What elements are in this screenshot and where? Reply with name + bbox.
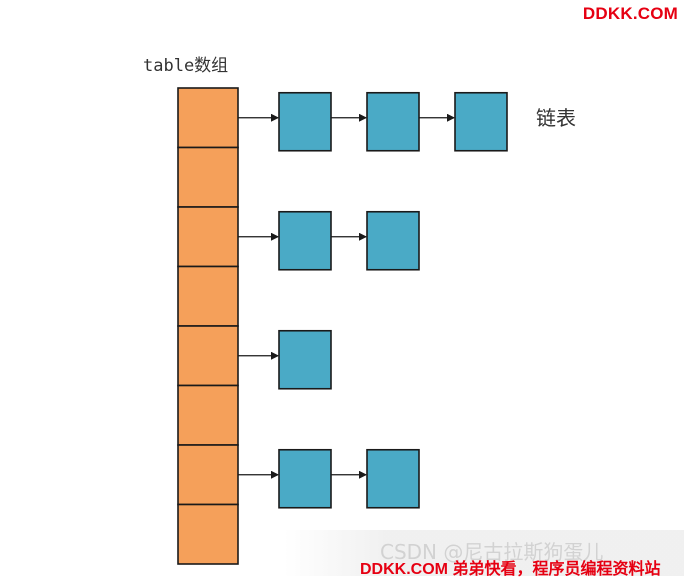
watermark-ddkk-bottom: DDKK.COM 弟弟快看，程序员编程资料站 — [360, 561, 661, 578]
chain-3 — [238, 448, 420, 509]
array-slot-4 — [177, 325, 239, 387]
chain-1 — [238, 210, 420, 271]
hashmap-structure-diagram — [177, 87, 508, 565]
list-node — [278, 329, 332, 390]
list-node — [454, 91, 508, 152]
array-slot-3 — [177, 265, 239, 327]
list-node — [278, 448, 332, 509]
array-slot-6 — [177, 444, 239, 506]
chain-2 — [238, 329, 332, 390]
array-slot-7 — [177, 503, 239, 565]
table-array — [177, 87, 239, 565]
array-slot-1 — [177, 146, 239, 208]
list-node — [366, 210, 420, 271]
array-slot-0 — [177, 87, 239, 149]
list-node — [366, 91, 420, 152]
chain-0 — [238, 91, 508, 152]
list-node — [366, 448, 420, 509]
list-node — [278, 91, 332, 152]
array-slot-2 — [177, 206, 239, 268]
bucket-chains — [238, 91, 508, 509]
list-node — [278, 210, 332, 271]
array-slot-5 — [177, 384, 239, 446]
